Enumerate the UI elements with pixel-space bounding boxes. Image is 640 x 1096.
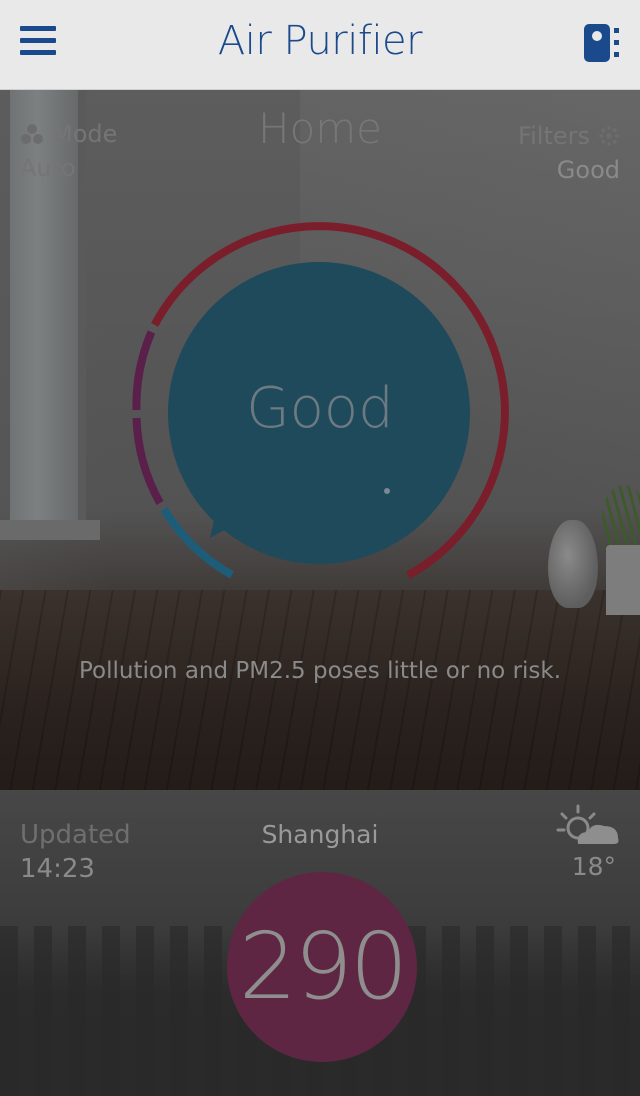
outdoor-panel: Updated 14:23 Shanghai 18° 290 [0, 790, 640, 1096]
plant [602, 485, 640, 549]
plant-pot [606, 545, 640, 615]
app-header: Air Purifier [0, 0, 640, 90]
vase [548, 520, 598, 608]
city-name[interactable]: Shanghai [0, 820, 640, 849]
updated-time: 14:23 [20, 854, 95, 884]
filters-value: Good [556, 156, 620, 184]
indoor-status-text: Good [246, 376, 394, 441]
mode-value: Auto [20, 154, 76, 182]
filters-label: Filters [518, 122, 590, 150]
window-sill [0, 520, 100, 540]
aqi-value: 290 [238, 913, 409, 1020]
aqi-button[interactable]: 290 [227, 872, 417, 1062]
filters-button[interactable]: Filters [518, 122, 620, 150]
app-title: Air Purifier [217, 18, 423, 64]
indoor-panel: Mode Auto Home Filters Good Good Polluti… [0, 90, 640, 790]
filter-icon [599, 126, 619, 146]
purifier-device-icon[interactable] [582, 22, 622, 66]
temperature: 18° [571, 852, 616, 881]
status-message: Pollution and PM2.5 poses little or no r… [78, 658, 562, 684]
partly-cloudy-icon [556, 804, 619, 844]
wooden-floor [0, 590, 640, 790]
